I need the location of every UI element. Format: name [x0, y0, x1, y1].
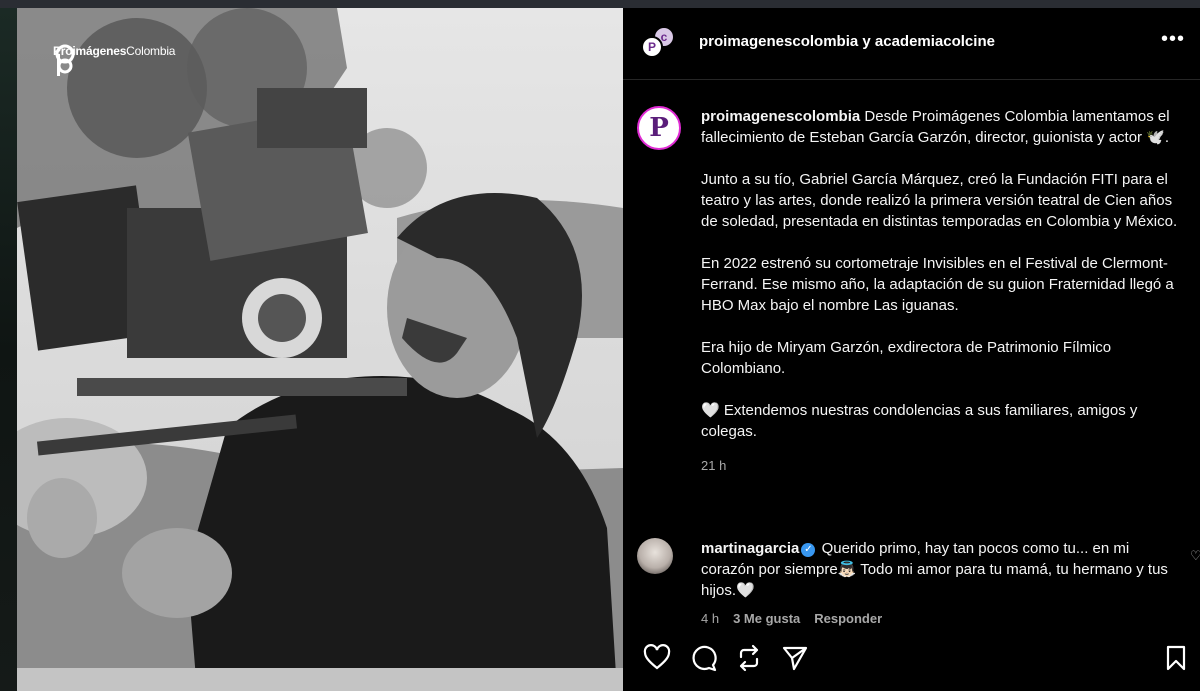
comment-body: martinagarcia ✓ Querido primo, hay tan po…	[701, 538, 1171, 601]
comment-likes[interactable]: 3 Me gusta	[733, 611, 800, 626]
brand-watermark: ProimágenesColombia	[53, 44, 175, 76]
post-header: c P proimagenescolombia y academiacolcin…	[623, 8, 1200, 80]
commenter-avatar[interactable]	[637, 538, 673, 574]
caption-timestamp[interactable]: 21 h	[701, 455, 1187, 476]
post-side-panel: c P proimagenescolombia y academiacolcin…	[623, 8, 1200, 691]
caption-avatar[interactable]: P	[637, 106, 681, 150]
caption-paragraph-3: En 2022 estrenó su cortometraje Invisibl…	[701, 255, 1174, 314]
post-actions-bar	[643, 644, 1188, 676]
reply-button[interactable]: Responder	[814, 611, 882, 626]
caption-username[interactable]: proimagenescolombia	[701, 108, 860, 125]
comment-meta: 4 h 3 Me gusta Responder	[701, 611, 882, 626]
proimagenes-logo-icon	[55, 44, 75, 76]
caption-paragraph-1: proimagenescolombia Desde Proimágenes Co…	[701, 108, 1170, 146]
photo-illustration	[17, 8, 623, 691]
comment-like-heart-icon[interactable]: ♡	[1190, 548, 1200, 564]
more-options-icon[interactable]: •••	[1161, 29, 1185, 49]
heart-icon[interactable]	[643, 644, 671, 672]
comment-icon[interactable]	[689, 644, 717, 672]
caption-paragraph-2: Junto a su tío, Gabriel García Márquez, …	[701, 171, 1178, 230]
bookmark-icon[interactable]	[1162, 644, 1190, 672]
post-photo[interactable]: ProimágenesColombia	[17, 8, 623, 691]
comment-username[interactable]: martinagarcia	[701, 540, 799, 557]
verified-badge-icon: ✓	[801, 543, 816, 557]
comment-time[interactable]: 4 h	[701, 611, 719, 626]
caption-paragraph-4: Era hijo de Miryam Garzón, exdirectora d…	[701, 339, 1112, 377]
repost-icon[interactable]	[735, 644, 763, 672]
caption-body: proimagenescolombia Desde Proimágenes Co…	[701, 106, 1187, 476]
background-edge	[0, 8, 17, 691]
caption-paragraph-5: 🤍 Extendemos nuestras condolencias a sus…	[701, 402, 1138, 440]
share-icon[interactable]	[781, 644, 809, 672]
collab-avatars[interactable]: c P	[641, 26, 677, 62]
avatar-proimagenes[interactable]: P	[641, 36, 663, 58]
header-usernames[interactable]: proimagenescolombia y academiacolcine	[699, 33, 995, 50]
window-top-bar	[0, 0, 1200, 8]
